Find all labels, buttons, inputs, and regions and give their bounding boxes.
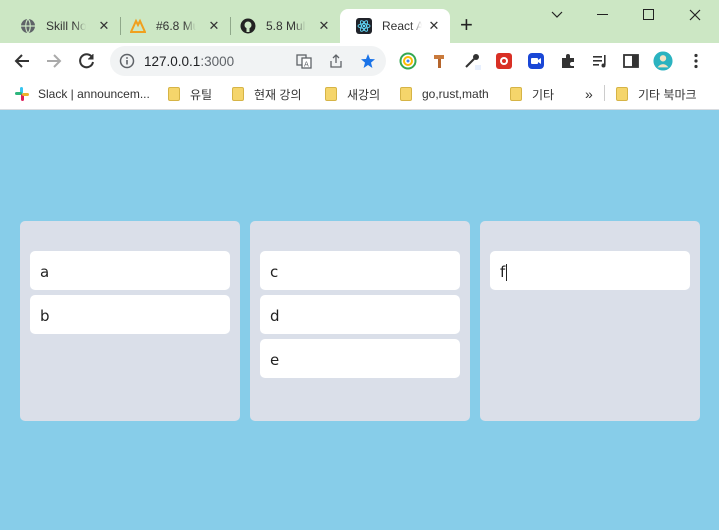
bookmark-folder-util[interactable]: 유틸 xyxy=(168,85,212,103)
tab-title: Skill Not xyxy=(46,19,86,33)
close-window-button[interactable] xyxy=(672,0,718,30)
bookmark-label: 기타 북마크 xyxy=(638,87,697,102)
bookmark-label: 유틸 xyxy=(190,87,213,102)
board-3: f xyxy=(480,221,700,421)
board-2: c d e xyxy=(250,221,470,421)
new-tab-button[interactable]: + xyxy=(460,14,473,36)
puzzle-extensions-icon[interactable] xyxy=(558,51,578,71)
side-panel-icon[interactable] xyxy=(621,51,641,71)
info-icon[interactable] xyxy=(119,53,135,74)
folder-icon xyxy=(400,87,412,101)
overflow-label: » xyxy=(585,86,593,102)
bookmark-label: 현재 강의 xyxy=(254,87,302,102)
back-arrow-icon[interactable] xyxy=(10,49,34,73)
svg-text:A: A xyxy=(304,61,309,69)
tab-title: #6.8 Mu xyxy=(156,19,196,33)
bookmark-slack[interactable]: Slack | announcem... xyxy=(14,85,150,103)
share-icon[interactable] xyxy=(328,53,344,69)
close-icon[interactable]: ✕ xyxy=(96,18,112,34)
page-content: a b c d e f xyxy=(0,111,719,530)
reload-icon[interactable] xyxy=(75,49,99,73)
tab-title: React Ap xyxy=(382,19,422,33)
github-icon xyxy=(240,18,256,34)
close-icon[interactable]: ✕ xyxy=(426,18,442,34)
browser-toolbar: 127.0.0.1:3000 A xyxy=(0,43,719,79)
draggable-card[interactable]: a xyxy=(30,251,230,290)
react-icon xyxy=(356,18,372,34)
forward-arrow-icon[interactable] xyxy=(42,49,66,73)
bookmark-folder-other[interactable]: 기타 북마크 xyxy=(616,85,697,103)
maximize-button[interactable] xyxy=(626,0,672,30)
url-host: 127.0.0.1 xyxy=(144,54,201,69)
more-vertical-icon[interactable] xyxy=(686,51,706,71)
bookmark-star-icon[interactable] xyxy=(360,53,376,69)
tab-nomad-lecture[interactable]: #6.8 Mu ✕ xyxy=(114,9,230,43)
bookmarks-bar: Slack | announcem... 유틸 현재 강의 새강의 go,rus… xyxy=(0,79,719,110)
tab-title: 5.8 Mult xyxy=(266,19,306,33)
board-1: a b xyxy=(20,221,240,421)
bookmark-folder-new-lecture[interactable]: 새강의 xyxy=(325,85,380,103)
chevron-down-icon[interactable] xyxy=(534,0,580,30)
video-camera-icon[interactable] xyxy=(526,51,546,71)
bookmark-folder-etc[interactable]: 기타 xyxy=(510,85,554,103)
bookmark-label: 새강의 xyxy=(347,87,381,102)
avatar[interactable] xyxy=(653,51,673,71)
bookmark-label: go,rust,math xyxy=(422,87,489,101)
extension-target-icon[interactable] xyxy=(398,51,418,71)
bookmarks-separator xyxy=(604,85,605,101)
close-icon[interactable]: ✕ xyxy=(316,18,332,34)
slack-icon xyxy=(14,86,30,102)
minimize-button[interactable] xyxy=(580,0,626,30)
tab-skill-notes[interactable]: Skill Not ✕ xyxy=(4,9,120,43)
extension-red-icon[interactable] xyxy=(494,51,514,71)
draggable-card[interactable]: e xyxy=(260,339,460,378)
url-port: :3000 xyxy=(200,54,235,69)
bookmark-label: 기타 xyxy=(532,87,555,102)
folder-icon xyxy=(168,87,180,101)
draggable-card[interactable]: c xyxy=(260,251,460,290)
url-text: 127.0.0.1:3000 xyxy=(144,54,234,69)
bookmark-folder-go-rust-math[interactable]: go,rust,math xyxy=(400,85,489,103)
translate-icon[interactable]: A xyxy=(296,53,312,69)
folder-icon xyxy=(616,87,628,101)
eyedropper-icon[interactable] xyxy=(462,51,482,71)
folder-icon xyxy=(325,87,337,101)
bookmark-folder-current-lecture[interactable]: 현재 강의 xyxy=(232,85,302,103)
bookmarks-overflow-button[interactable]: » xyxy=(585,85,593,103)
draggable-card[interactable]: b xyxy=(30,295,230,334)
bookmark-label: Slack | announcem... xyxy=(38,87,150,101)
folder-icon xyxy=(232,87,244,101)
close-icon[interactable]: ✕ xyxy=(206,18,222,34)
draggable-card[interactable]: f xyxy=(490,251,690,290)
tab-strip: Skill Not ✕ #6.8 Mu ✕ 5.8 Mult ✕ React A… xyxy=(0,0,719,43)
text-cursor xyxy=(506,264,508,281)
draggable-card[interactable]: d xyxy=(260,295,460,334)
nomad-logo-icon xyxy=(130,18,146,34)
tab-react-app[interactable]: React Ap ✕ xyxy=(340,9,450,43)
extension-hammer-icon[interactable] xyxy=(430,51,450,71)
media-queue-icon[interactable] xyxy=(590,51,610,71)
address-bar[interactable]: 127.0.0.1:3000 A xyxy=(110,46,386,76)
folder-icon xyxy=(510,87,522,101)
card-label: f xyxy=(500,263,506,281)
globe-icon xyxy=(20,18,36,34)
tab-github[interactable]: 5.8 Mult ✕ xyxy=(224,9,340,43)
